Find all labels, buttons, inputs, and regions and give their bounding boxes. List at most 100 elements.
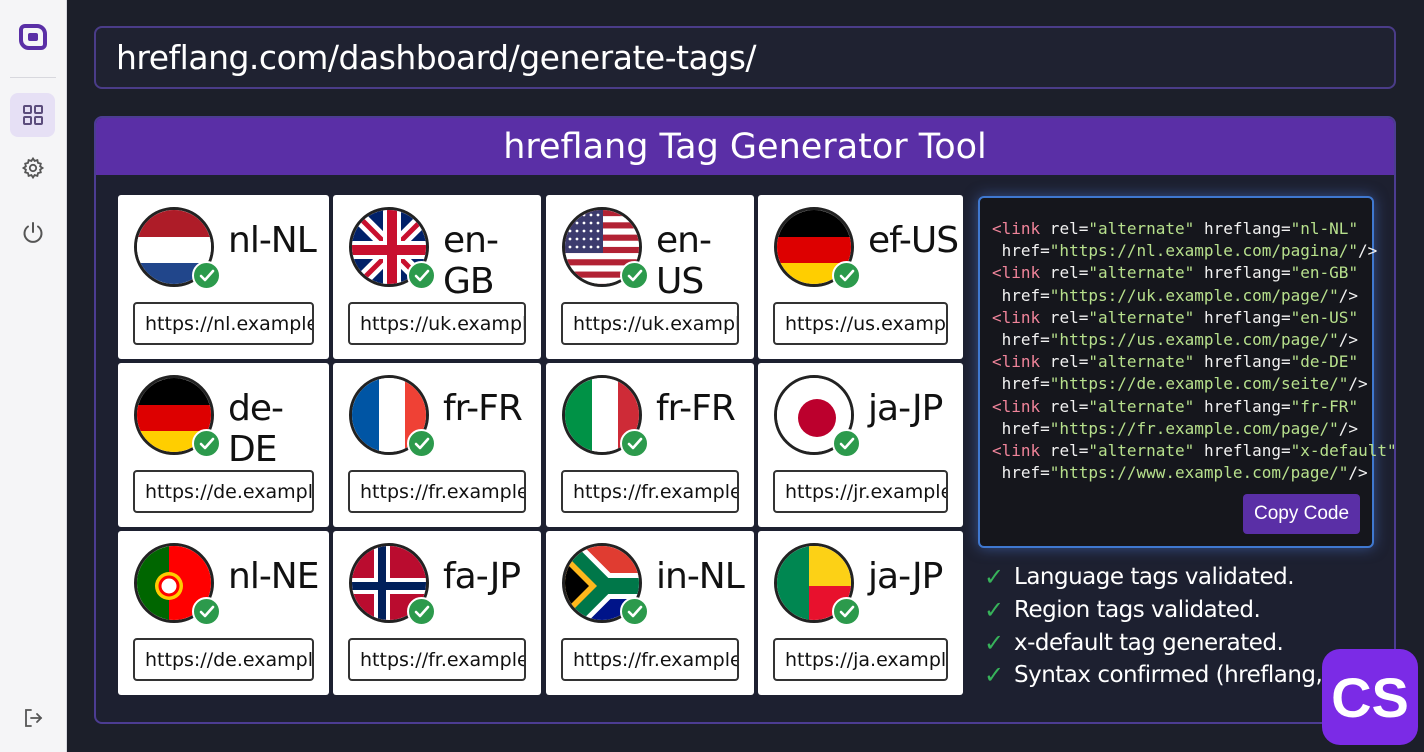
language-card[interactable]: in-NL https://fr.example... <box>546 531 754 695</box>
url-input[interactable]: https://jr.example... <box>773 470 948 513</box>
code-token: hreflang= <box>1194 441 1291 461</box>
code-line: <link rel="alternate" hreflang="x-defaul… <box>992 440 1397 462</box>
validation-item: ✓ x-default tag generated. <box>984 629 1284 657</box>
language-card[interactable]: fa-JP https://fr.example... <box>333 531 541 695</box>
check-icon <box>407 261 436 290</box>
code-line: <link rel="alternate" hreflang="en-US" <box>992 307 1372 329</box>
logo-icon[interactable] <box>10 14 55 58</box>
code-token: /> <box>1338 330 1359 350</box>
check-icon <box>192 429 221 458</box>
code-token: "https://uk.example.com/page/" <box>1049 285 1339 305</box>
code-token: /> <box>1358 241 1378 261</box>
code-token: /> <box>1338 418 1359 438</box>
code-token: rel= <box>1040 307 1089 327</box>
code-token: "en-GB" <box>1290 263 1359 283</box>
code-token: /> <box>1338 285 1359 305</box>
code-token: <link <box>992 307 1041 327</box>
url-input[interactable]: https://de.exampl... <box>133 470 314 513</box>
code-token: /> <box>1348 463 1368 483</box>
code-block: <link rel="alternate" hreflang="nl-NL" h… <box>992 218 1397 484</box>
code-token: "https://us.example.com/page/" <box>1049 330 1339 350</box>
code-token: "nl-NL" <box>1290 219 1359 238</box>
validation-text: Region tags validated. <box>1014 597 1261 623</box>
url-input[interactable]: https://uk.exampl... <box>348 302 526 345</box>
url-input[interactable]: https://fr.example... <box>348 470 526 513</box>
code-line: <link rel="alternate" hreflang="en-GB" <box>992 262 1372 284</box>
checkmark-icon: ✓ <box>984 629 1004 657</box>
code-line: <link rel="alternate" hreflang="de-DE" <box>992 351 1372 373</box>
language-card[interactable]: en-UShttps://uk.exampl... <box>546 195 754 359</box>
language-code: fr-FR <box>656 388 736 429</box>
code-token: hreflang= <box>1194 352 1291 372</box>
address-bar-url: hreflang.com/dashboard/generate-tags/ <box>116 38 757 77</box>
grid-icon[interactable] <box>10 93 55 137</box>
code-token: "alternate" <box>1088 441 1195 461</box>
check-icon <box>832 597 861 626</box>
code-token: "alternate" <box>1088 219 1195 238</box>
language-card[interactable]: ef-US https://us.exampl... <box>758 195 963 359</box>
copy-code-button[interactable]: Copy Code <box>1243 494 1360 534</box>
code-token: "alternate" <box>1088 307 1195 327</box>
code-token: rel= <box>1040 352 1089 372</box>
code-line: <link rel="alternate" hreflang="fr-FR" <box>992 396 1372 418</box>
code-token: "fr-FR" <box>1290 396 1359 416</box>
code-token: "x-default" <box>1290 441 1397 461</box>
code-line: href="https://de.example.com/seite/"/> <box>992 373 1372 395</box>
panel-header: hreflang Tag Generator Tool <box>96 118 1394 175</box>
code-line: href="https://fr.example.com/page/"/> <box>992 418 1372 440</box>
check-icon <box>192 597 221 626</box>
check-icon <box>620 597 649 626</box>
language-card[interactable]: en-GBhttps://uk.exampl... <box>333 195 541 359</box>
language-card[interactable]: de-DE https://de.exampl... <box>118 363 329 527</box>
url-input[interactable]: https://uk.exampl... <box>561 302 739 345</box>
url-input[interactable]: https://de.example... <box>133 638 314 681</box>
check-icon <box>407 597 436 626</box>
code-token: rel= <box>1040 396 1089 416</box>
language-code: de-DE <box>228 388 284 470</box>
code-token: <link <box>992 441 1041 461</box>
code-line: <link rel="alternate" hreflang="nl-NL" <box>992 218 1372 240</box>
logout-icon[interactable] <box>10 696 55 740</box>
check-icon <box>620 429 649 458</box>
url-input[interactable]: https://fr.example... <box>561 638 739 681</box>
validation-item: ✓ Region tags validated. <box>984 596 1261 624</box>
url-input[interactable]: https://us.exampl... <box>773 302 948 345</box>
code-token: <link <box>992 219 1041 238</box>
language-code: nl-NL <box>228 220 317 261</box>
language-card[interactable]: ja-JP https://ja.example... <box>758 531 963 695</box>
code-token: hreflang= <box>1194 396 1291 416</box>
language-code: ja-JP <box>868 556 943 597</box>
url-input[interactable]: https://nl.example... <box>133 302 314 345</box>
language-code: ja-JP <box>868 388 943 429</box>
code-token: <link <box>992 352 1041 372</box>
code-token: hreflang= <box>1194 263 1291 283</box>
language-code: fa-JP <box>443 556 521 597</box>
code-token: rel= <box>1040 441 1089 461</box>
code-token: "https://de.example.com/seite/" <box>1049 374 1349 394</box>
code-token: "en-US" <box>1290 307 1359 327</box>
gear-icon[interactable] <box>10 146 55 190</box>
url-input[interactable]: https://ja.example... <box>773 638 948 681</box>
address-bar[interactable]: hreflang.com/dashboard/generate-tags/ <box>94 26 1396 89</box>
power-icon[interactable] <box>10 211 55 255</box>
tool-title: hreflang Tag Generator Tool <box>503 126 987 167</box>
checkmark-icon: ✓ <box>984 563 1004 591</box>
code-token: href= <box>992 330 1050 350</box>
language-card[interactable]: nl-NE https://de.example... <box>118 531 329 695</box>
language-card[interactable]: ja-JP https://jr.example... <box>758 363 963 527</box>
code-token: rel= <box>1040 219 1089 238</box>
language-card[interactable]: fr-FR https://fr.example... <box>333 363 541 527</box>
cs-badge: CS <box>1322 649 1418 745</box>
validation-text: x-default tag generated. <box>1014 630 1284 656</box>
language-card[interactable]: fr-FR https://fr.example... <box>546 363 754 527</box>
sidebar <box>0 0 67 752</box>
url-input[interactable]: https://fr.example... <box>561 470 739 513</box>
check-icon <box>407 429 436 458</box>
code-token: /> <box>1348 374 1368 394</box>
url-input[interactable]: https://fr.example... <box>348 638 526 681</box>
language-card[interactable]: nl-NL https://nl.example... <box>118 195 329 359</box>
code-token: href= <box>992 285 1050 305</box>
language-code: nl-NE <box>228 556 319 597</box>
code-token: hreflang= <box>1194 219 1291 238</box>
code-token: rel= <box>1040 263 1089 283</box>
